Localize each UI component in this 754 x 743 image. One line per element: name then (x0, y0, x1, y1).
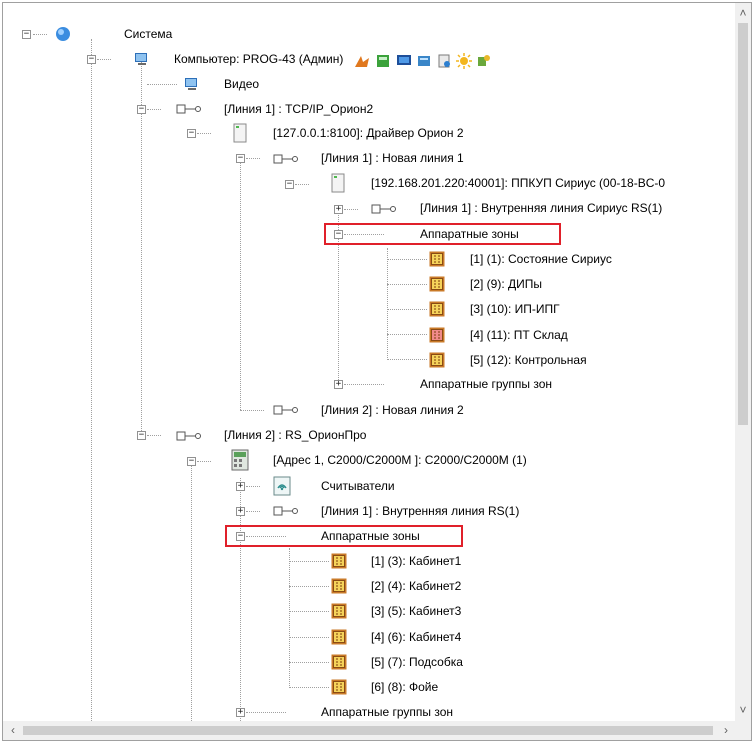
tree-line (240, 158, 241, 410)
expand-toggle[interactable]: + (334, 205, 343, 214)
tree-line (289, 548, 290, 688)
horizontal-scrollbar[interactable]: ‹ › (3, 721, 738, 740)
tree-node-line2-rs[interactable]: [Линия 2] : RS_ОрионПро (224, 426, 366, 444)
tree-line (191, 458, 192, 721)
scroll-left-icon[interactable]: ‹ (6, 723, 20, 737)
monitor-icon[interactable] (396, 53, 412, 69)
collapse-toggle[interactable]: − (285, 180, 294, 189)
collapse-toggle[interactable]: − (187, 129, 196, 138)
reader-icon (273, 476, 291, 496)
collapse-toggle[interactable]: − (334, 230, 343, 239)
tree-node-driver[interactable]: [127.0.0.1:8100]: Драйвер Орион 2 (273, 124, 464, 142)
line-connector-icon (176, 104, 201, 114)
zone-item[interactable]: [1] (3): Кабинет1 (371, 552, 461, 570)
tree-line (387, 248, 388, 360)
computer-icon (135, 53, 147, 65)
zone-icon (429, 301, 445, 317)
user-icon[interactable] (353, 53, 371, 69)
zone-item[interactable]: [3] (5): Кабинет3 (371, 602, 461, 620)
controller-icon (231, 449, 249, 471)
zone-item[interactable]: [5] (7): Подсобка (371, 653, 463, 671)
tree-node-readers[interactable]: Считыватели (321, 477, 395, 495)
line-connector-icon (273, 405, 298, 415)
tree-node-inner-line-rs[interactable]: [Линия 1] : Внутренняя линия RS(1) (321, 502, 519, 520)
expand-toggle[interactable]: + (236, 708, 245, 717)
sun-icon[interactable] (456, 53, 472, 69)
tree-node-hw-zones-1[interactable]: Аппаратные зоны (420, 225, 519, 243)
collapse-toggle[interactable]: − (236, 154, 245, 163)
collapse-toggle[interactable]: − (22, 30, 31, 39)
zone-item[interactable]: [2] (9): ДИПы (470, 275, 542, 293)
tree-node-video[interactable]: Видео (224, 75, 259, 93)
scroll-right-icon[interactable]: › (719, 723, 733, 737)
computer-toolbar (353, 53, 493, 69)
tree-node-c2000[interactable]: [Адрес 1, С2000/С2000М ]: С2000/С2000М (… (273, 451, 527, 469)
tree-view-panel: − Система − Компьютер: PROG-43 (Админ) В… (2, 2, 752, 741)
video-icon (185, 78, 197, 90)
collapse-toggle[interactable]: − (137, 431, 146, 440)
vertical-scrollbar[interactable]: ˄ ˅ (735, 3, 751, 721)
zone-item[interactable]: [4] (11): ПТ Склад (470, 326, 568, 344)
line-connector-icon (371, 204, 396, 214)
tree-line (141, 57, 142, 439)
collapse-toggle[interactable]: − (87, 55, 96, 64)
zone-icon (429, 352, 445, 368)
zone-icon (331, 679, 347, 695)
zone-icon (331, 578, 347, 594)
database-icon[interactable] (416, 53, 432, 69)
tree-node-hw-groups-2[interactable]: Аппаратные группы зон (321, 703, 453, 721)
tree-node-system[interactable]: Система (124, 25, 172, 43)
zone-icon (331, 603, 347, 619)
tree-node-inner-line-sirius[interactable]: [Линия 1] : Внутренняя линия Сириус RS(1… (420, 199, 662, 217)
expand-toggle[interactable]: + (236, 507, 245, 516)
zone-item[interactable]: [4] (6): Кабинет4 (371, 628, 461, 646)
zone-icon (331, 629, 347, 645)
scroll-up-icon[interactable]: ˄ (736, 6, 750, 20)
zone-icon (331, 553, 347, 569)
zone-item[interactable]: [2] (4): Кабинет2 (371, 577, 461, 595)
tree-node-hw-zones-2[interactable]: Аппаратные зоны (321, 527, 420, 545)
zone-icon (429, 276, 445, 292)
device-icon (331, 173, 345, 193)
zone-icon (331, 654, 347, 670)
key-icon[interactable] (476, 53, 492, 69)
zone-item[interactable]: [6] (8): Фойе (371, 678, 438, 696)
collapse-toggle[interactable]: − (236, 532, 245, 541)
tree-node-line2-new[interactable]: [Линия 2] : Новая линия 2 (321, 401, 464, 419)
zone-icon (429, 251, 445, 267)
tree-node-line1-new[interactable]: [Линия 1] : Новая линия 1 (321, 149, 464, 167)
zone-item[interactable]: [5] (12): Контрольная (470, 351, 587, 369)
line-connector-icon (176, 431, 201, 441)
globe-icon (56, 27, 70, 41)
expand-toggle[interactable]: + (236, 482, 245, 491)
line-connector-icon (273, 154, 298, 164)
vertical-scroll-thumb[interactable] (738, 23, 748, 425)
zone-item[interactable]: [3] (10): ИП-ИПГ (470, 300, 560, 318)
book-icon[interactable] (375, 53, 391, 69)
line-connector-icon (273, 506, 298, 516)
scroll-down-icon[interactable]: ˅ (736, 703, 750, 717)
tree-node-line1-tcp[interactable]: [Линия 1] : TCP/IP_Орион2 (224, 100, 373, 118)
device-icon (233, 123, 247, 143)
tree-node-computer[interactable]: Компьютер: PROG-43 (Админ) (174, 50, 343, 68)
zone-icon (429, 327, 445, 343)
tree-node-ppkup[interactable]: [192.168.201.220:40001]: ППКУП Сириус (0… (371, 174, 665, 192)
horizontal-scroll-thumb[interactable] (23, 726, 713, 735)
tree-line (91, 39, 92, 721)
collapse-toggle[interactable]: − (187, 457, 196, 466)
expand-toggle[interactable]: + (334, 380, 343, 389)
collapse-toggle[interactable]: − (137, 105, 146, 114)
zone-item[interactable]: [1] (1): Состояние Сириус (470, 250, 612, 268)
scroll-corner (735, 721, 751, 740)
device-tree: − Система − Компьютер: PROG-43 (Админ) В… (3, 3, 738, 721)
document-icon[interactable] (436, 53, 452, 69)
tree-node-hw-groups-1[interactable]: Аппаратные группы зон (420, 375, 552, 393)
